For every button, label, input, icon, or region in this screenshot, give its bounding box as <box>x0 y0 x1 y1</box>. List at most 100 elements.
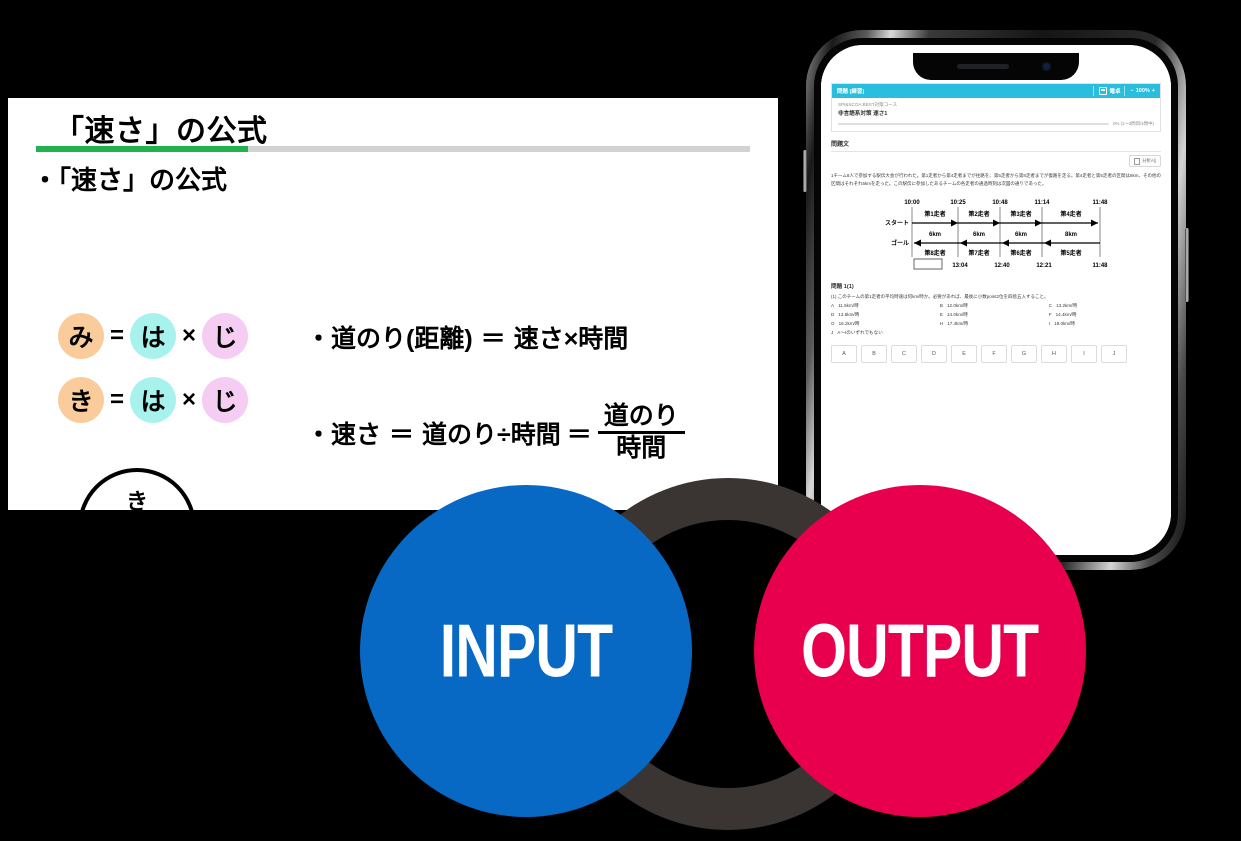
screenshot-root: 「速さ」の公式 ・「速さ」の公式 み = は × じ き = は × じ き ・… <box>0 0 1241 841</box>
option-d[interactable]: D 13.6km/時 <box>831 312 940 318</box>
kana-formula-row-1: み = は × じ <box>58 313 249 359</box>
output-label: OUTPUT <box>801 609 1039 693</box>
relay-time-out-2: 10:48 <box>992 200 1008 206</box>
progress-label: 0% (1〜3問目/4問中) <box>1113 121 1154 126</box>
question-body-text: 1チーム8人で参加する駅伝大会が行われた。第1走者から第4走者までが往路を、第5… <box>831 173 1161 186</box>
option-b-letter: B <box>939 302 943 308</box>
option-j[interactable]: J A〜Iのいずれでもない <box>831 330 1161 336</box>
slide-title: 「速さ」の公式 <box>54 115 268 148</box>
answer-button-j[interactable]: J <box>1101 344 1127 363</box>
option-h-value: 17.4km/時 <box>947 320 969 326</box>
equation-distance: ・ 道のり(距離) ＝ 速さ×時間 <box>306 319 628 355</box>
option-e-letter: E <box>939 311 943 317</box>
answer-button-c[interactable]: C <box>891 344 917 363</box>
option-h-letter: H <box>939 320 944 326</box>
equation-2-denominator: 時間 <box>616 434 667 462</box>
kihaji-circle-diagram: き は じ <box>76 466 198 510</box>
course-subject-title: 非言語系対策 速さ1 <box>838 111 888 117</box>
zoom-out-button[interactable]: − <box>1130 88 1133 94</box>
zoom-in-button[interactable]: + <box>1152 88 1155 94</box>
relay-time-out-4: 11:48 <box>1092 200 1108 206</box>
option-d-value: 13.6km/時 <box>838 311 860 317</box>
section-title-question-body: 問題文 <box>831 139 1161 152</box>
option-c[interactable]: C 13.2km/時 <box>1049 303 1158 309</box>
title-underline-accent <box>36 146 248 152</box>
kana-chip-ji-2: じ <box>202 377 249 423</box>
relay-time-out-1: 10:25 <box>950 200 966 206</box>
relay-time-ret-2: 12:21 <box>1036 263 1052 269</box>
progress-row: 0% (1〜3問目/4問中) <box>832 121 1160 131</box>
answer-button-d[interactable]: D <box>921 344 947 363</box>
option-g-value: 16.2km/時 <box>838 320 860 326</box>
option-row-2: D 13.6km/時 E 14.0km/時 F 14.4km/時 <box>831 312 1161 318</box>
calculator-button[interactable]: 電卓 <box>1093 86 1120 96</box>
relay-time-ret-1: 12:40 <box>994 263 1010 269</box>
relay-runner-ret-0: 第8走者 <box>923 249 945 257</box>
quiz-topbar-title: 問題 (練習) <box>837 89 865 95</box>
equation-speed: ・ 速さ ＝ 道のり÷時間 ＝ 道のり 時間 <box>306 403 685 462</box>
phone-power-button[interactable] <box>1185 228 1189 302</box>
answer-button-h[interactable]: H <box>1041 344 1067 363</box>
relay-distance-1: 6km <box>973 232 985 238</box>
phone-volume-button[interactable] <box>803 150 807 192</box>
option-c-value: 13.2km/時 <box>1056 302 1078 308</box>
earpiece-speaker-icon <box>957 64 1009 69</box>
option-e-value: 14.0km/時 <box>946 311 968 317</box>
kana-operator-equals-1: = <box>110 322 125 349</box>
answer-button-a[interactable]: A <box>831 344 857 363</box>
quiz-header-card: 問題 (練習) 電卓 − 100% + SPI&SCOA BEST対策コース 非… <box>831 83 1161 132</box>
relay-time-out-0: 10:00 <box>904 200 920 206</box>
equation-2-lhs: 速さ <box>331 420 382 449</box>
kana-formula-row-2: き = は × じ <box>58 377 249 423</box>
option-f-value: 14.4km/時 <box>1055 311 1077 317</box>
option-i[interactable]: I 18.0km/時 <box>1049 321 1158 327</box>
option-j-value: A〜Iのいずれでもない <box>837 329 883 335</box>
relay-start-label: スタート <box>885 219 909 227</box>
answer-button-e[interactable]: E <box>951 344 977 363</box>
smartphone-mockup: 問題 (練習) 電卓 − 100% + SPI&SCOA BEST対策コース 非… <box>803 30 1189 570</box>
relay-time-ret-3: 11:48 <box>1092 263 1108 269</box>
kana-chip-mi: み <box>58 313 104 359</box>
phone-notch <box>913 53 1079 80</box>
kana-chip-ji-1: じ <box>202 313 249 359</box>
option-f-letter: F <box>1048 311 1052 317</box>
option-h[interactable]: H 17.4km/時 <box>940 321 1049 327</box>
answer-button-f[interactable]: F <box>981 344 1007 363</box>
relay-distance-3: 8km <box>1065 232 1077 238</box>
relay-runner-ret-2: 第6走者 <box>1009 249 1031 257</box>
option-a[interactable]: A 11.5km/時 <box>831 303 940 309</box>
relay-race-diagram: 10:00 10:25 10:48 11:14 11:48 第1走者 第2走者 … <box>872 195 1120 273</box>
relay-goal-label: ゴール <box>891 239 909 247</box>
option-i-letter: I <box>1048 320 1051 326</box>
equation-2-numerator: 道のり <box>603 402 679 430</box>
option-a-value: 11.5km/時 <box>838 302 859 308</box>
equation-1-equals: ＝ <box>480 325 506 353</box>
option-e[interactable]: E 14.0km/時 <box>940 312 1049 318</box>
relay-runner-out-1: 第2走者 <box>967 210 989 218</box>
title-underline <box>36 146 750 152</box>
option-i-value: 18.0km/時 <box>1054 320 1075 326</box>
equation-1-lhs: 道のり(距離) <box>331 325 473 353</box>
zoom-controls[interactable]: − 100% + <box>1124 86 1155 96</box>
relay-distance-0: 6km <box>929 232 941 238</box>
option-f[interactable]: F 14.4km/時 <box>1049 312 1158 318</box>
kana-chip-ki: き <box>58 377 104 423</box>
option-b[interactable]: B 12.0km/時 <box>940 303 1049 309</box>
reference-row: 分析A∥ <box>831 155 1161 167</box>
reference-button-label: 分析A∥ <box>1142 158 1156 163</box>
answer-button-g[interactable]: G <box>1011 344 1037 363</box>
option-j-letter: J <box>831 329 834 335</box>
answer-button-i[interactable]: I <box>1071 344 1097 363</box>
relay-time-out-3: 11:14 <box>1034 200 1050 206</box>
quiz-app: 問題 (練習) 電卓 − 100% + SPI&SCOA BEST対策コース 非… <box>821 45 1171 555</box>
calculator-icon <box>1099 87 1108 95</box>
option-row-1: A 11.5km/時 B 12.0km/時 C 13.2km/時 <box>831 303 1161 309</box>
relay-distance-2: 6km <box>1015 232 1027 238</box>
equation-1-bullet: ・ <box>306 325 332 353</box>
quiz-topbar: 問題 (練習) 電卓 − 100% + <box>832 84 1160 98</box>
option-g[interactable]: G 16.2km/時 <box>831 321 940 327</box>
answer-button-b[interactable]: B <box>861 344 887 363</box>
reference-button[interactable]: 分析A∥ <box>1129 155 1161 167</box>
equation-2-equals-2: ＝ <box>566 420 592 449</box>
kana-operator-times-1: × <box>182 322 197 349</box>
